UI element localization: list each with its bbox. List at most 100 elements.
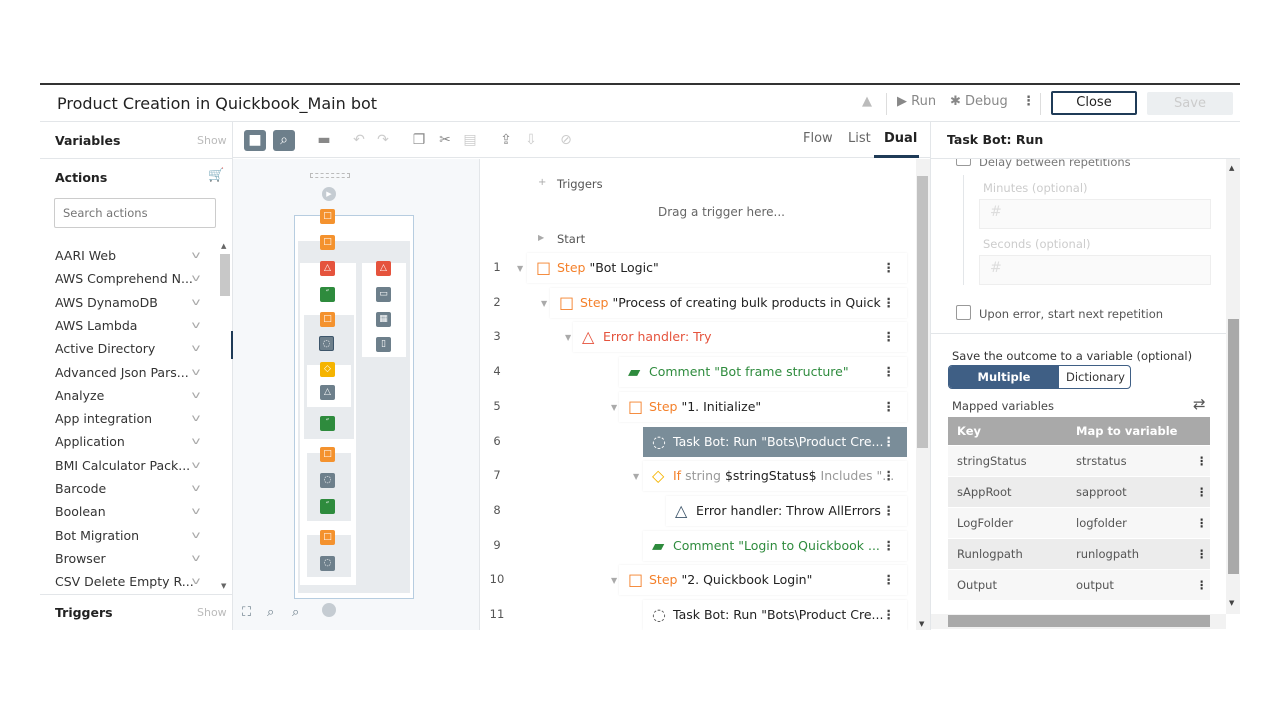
action-category[interactable]: Analyze	[55, 388, 205, 403]
map-variable-cell[interactable]: runlogpath	[1076, 539, 1139, 569]
action-category[interactable]: AARI Web	[55, 248, 205, 263]
trigger-dropzone[interactable]: Drag a trigger here...	[658, 205, 785, 219]
action-category[interactable]: Application	[55, 434, 205, 449]
row-menu-icon[interactable]: ⋮	[1196, 446, 1208, 476]
tab-dual[interactable]: Dual	[884, 131, 917, 146]
chevron-down-icon[interactable]: v	[192, 390, 201, 401]
row-menu-icon[interactable]: ⋮	[883, 531, 896, 561]
row-menu-icon[interactable]: ⋮	[883, 253, 896, 283]
undo-icon[interactable]: ↶	[348, 130, 370, 151]
flow-if-node[interactable]: ◇	[320, 362, 335, 377]
chevron-down-icon[interactable]: v	[192, 483, 201, 494]
paste-icon[interactable]: ▤	[459, 130, 481, 151]
flow-step-node[interactable]: □	[320, 209, 335, 224]
action-category[interactable]: Bot Migration	[55, 528, 205, 543]
row-menu-icon[interactable]: ⋮	[883, 565, 896, 595]
action-category[interactable]: Advanced Json Pars...	[55, 365, 205, 380]
run-button[interactable]: ▶ Run	[897, 94, 936, 109]
record-icon[interactable]: ■	[244, 130, 266, 151]
fit-screen-icon[interactable]: ⛶	[242, 605, 251, 620]
list-row-step[interactable]: □ Step "Process of creating bulk products…	[550, 287, 907, 318]
cut-icon[interactable]: ✂	[434, 130, 456, 151]
flow-comment-node[interactable]: ″	[320, 287, 335, 302]
flow-comment-node[interactable]: ″	[320, 499, 335, 514]
chevron-down-icon[interactable]: v	[192, 576, 201, 587]
flow-error-try-node[interactable]: △	[320, 261, 335, 276]
flow-step-node[interactable]: □	[320, 312, 335, 327]
list-row-comment[interactable]: ▰ Comment "Bot frame structure" ⋮	[619, 357, 907, 388]
row-menu-icon[interactable]: ⋮	[1196, 477, 1208, 507]
chevron-down-icon[interactable]: v	[192, 343, 201, 354]
export-icon[interactable]: ⇪	[495, 130, 517, 151]
collapse-toggle-icon[interactable]: ▼	[633, 472, 639, 481]
zoom-out-icon[interactable]: ⌕	[267, 605, 274, 620]
flow-throw-node[interactable]: △	[320, 385, 335, 400]
flow-taskbot-node-selected[interactable]: ◌	[319, 336, 334, 351]
action-category[interactable]: Barcode	[55, 481, 205, 496]
row-menu-icon[interactable]: ⋮	[883, 496, 896, 526]
list-scrollbar[interactable]: ▼	[916, 159, 930, 630]
flow-start-node[interactable]: ▶	[322, 187, 336, 201]
properties-scrollbar[interactable]: ▲ ▼	[1226, 159, 1240, 614]
delay-checkbox[interactable]	[956, 159, 971, 166]
action-category[interactable]: Active Directory	[55, 341, 205, 356]
chevron-down-icon[interactable]: v	[192, 367, 201, 378]
chevron-down-icon[interactable]: v	[192, 250, 201, 261]
list-row-comment[interactable]: ▰ Comment "Login to Quickbook ... ⋮	[643, 530, 907, 561]
dictionary-option[interactable]: Dictionary	[1059, 366, 1130, 388]
save-button[interactable]: Save	[1147, 92, 1233, 115]
action-category[interactable]: AWS Lambda	[55, 318, 205, 333]
close-button[interactable]: Close	[1051, 91, 1137, 115]
row-menu-icon[interactable]: ⋮	[1196, 570, 1208, 600]
list-row-throw[interactable]: △ Error handler: Throw AllErrors ⋮	[666, 495, 907, 526]
disable-icon[interactable]: ⊘	[555, 130, 577, 151]
row-menu-icon[interactable]: ⋮	[883, 357, 896, 387]
chevron-down-icon[interactable]: v	[192, 436, 201, 447]
list-row-taskbot[interactable]: ◌ Task Bot: Run "Bots\Product Cre... ⋮	[643, 600, 907, 630]
chevron-down-icon[interactable]: v	[192, 273, 201, 284]
row-menu-icon[interactable]: ⋮	[883, 427, 896, 457]
chevron-down-icon[interactable]: v	[192, 530, 201, 541]
swap-icon[interactable]: ⇄	[1193, 395, 1206, 413]
flow-taskbot-node[interactable]: ◌	[320, 556, 335, 571]
tab-list[interactable]: List	[848, 131, 871, 146]
import-icon[interactable]: ⇩	[520, 130, 542, 151]
properties-hscrollbar[interactable]	[931, 614, 1226, 629]
row-menu-icon[interactable]: ⋮	[883, 288, 896, 318]
copy-icon[interactable]: ❐	[408, 130, 430, 151]
flow-step-node[interactable]: □	[320, 447, 335, 462]
flow-end-node[interactable]	[322, 603, 336, 617]
warning-icon[interactable]: ▲	[862, 94, 872, 109]
list-row-step[interactable]: □ Step "1. Initialize" ⋮	[619, 391, 907, 422]
chevron-down-icon[interactable]: v	[192, 297, 201, 308]
actions-scrollbar[interactable]: ▲ ▼	[220, 242, 230, 592]
map-variable-cell[interactable]: strstatus	[1076, 446, 1127, 476]
chevron-down-icon[interactable]: v	[192, 460, 201, 471]
desktop-icon[interactable]: ▬	[313, 130, 335, 151]
upon-error-checkbox[interactable]	[956, 305, 971, 320]
list-row-error[interactable]: △ Error handler: Try ⋮	[573, 322, 907, 353]
list-row-step[interactable]: □ Step "2. Quickbook Login" ⋮	[619, 565, 907, 596]
action-category[interactable]: AWS DynamoDB	[55, 295, 205, 310]
debug-button[interactable]: ✱ Debug	[950, 94, 1008, 109]
row-menu-icon[interactable]: ⋮	[883, 461, 896, 491]
list-row-taskbot[interactable]: ◌ Task Bot: Run "Bots\Product Cre... ⋮	[643, 426, 907, 457]
collapse-toggle-icon[interactable]: ▼	[565, 333, 571, 342]
triggers-show-link[interactable]: Show	[197, 606, 227, 619]
flow-action-node[interactable]: ▭	[376, 287, 391, 302]
redo-icon[interactable]: ↷	[372, 130, 394, 151]
seconds-input[interactable]: #	[979, 255, 1211, 285]
action-category[interactable]: App integration	[55, 411, 205, 426]
list-row-if[interactable]: ◇ If string $stringStatus$ Includes "... ⋮	[643, 461, 907, 492]
flow-log-node[interactable]: ▯	[376, 337, 391, 352]
chevron-down-icon[interactable]: v	[192, 553, 201, 564]
chevron-down-icon[interactable]: v	[192, 413, 201, 424]
more-menu-icon[interactable]: ⋮	[1022, 94, 1035, 109]
chevron-down-icon[interactable]: v	[192, 320, 201, 331]
tab-flow[interactable]: Flow	[803, 131, 833, 146]
collapse-toggle-icon[interactable]: ▼	[611, 576, 617, 585]
multiple-variables-option[interactable]: Multiple variables	[949, 366, 1059, 388]
search-actions-input[interactable]	[54, 198, 216, 228]
map-variable-cell[interactable]: logfolder	[1076, 508, 1127, 538]
list-row-step[interactable]: □ Step "Bot Logic" ⋮	[527, 253, 907, 283]
